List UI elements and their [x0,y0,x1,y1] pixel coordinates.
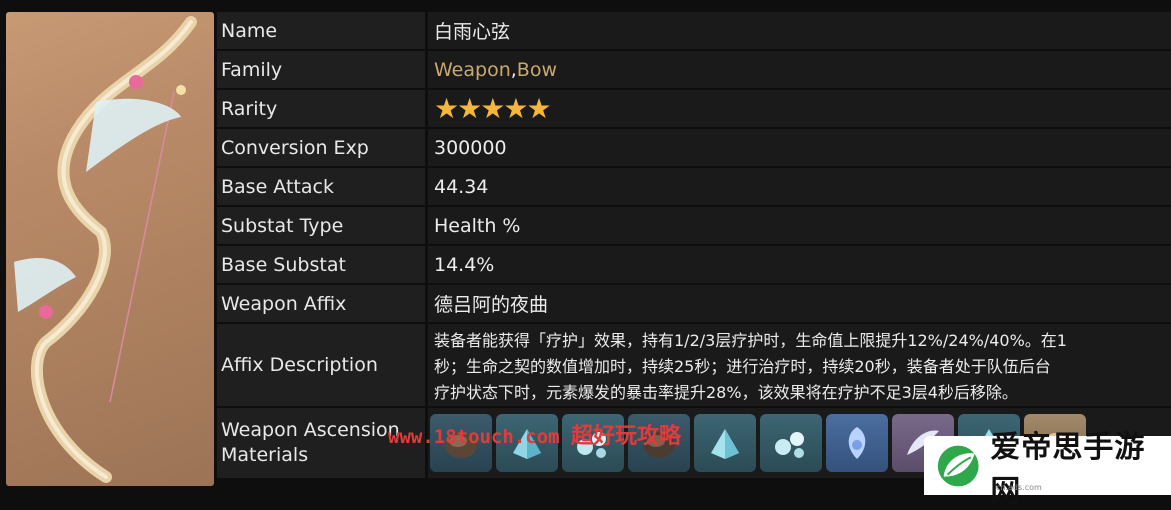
row-base-substat: Base Substat 14.4% [217,246,1171,283]
ascension-label-line: Weapon Ascension [221,419,400,441]
base-attack-value: 44.34 [428,168,1171,205]
watermark-url: www.18touch.com [388,426,560,448]
affix-description-line: 秒；生命之契的数值增加时，持续25秒；进行治疗时，持续20秒，装备者处于队伍后台 [434,357,1051,376]
row-conversion-exp: Conversion Exp 300000 [217,129,1171,166]
conversion-exp-value: 300000 [428,129,1171,166]
row-affix-description: Affix Description 装备者能获得「疗护」效果，持有1/2/3层疗… [217,324,1171,406]
base-attack-label: Base Attack [217,168,425,205]
bubbles-icon [775,432,804,458]
base-substat-value: 14.4% [428,246,1171,283]
family-value: Weapon, Bow [428,51,1171,88]
name-label: Name [217,12,425,49]
affix-description-line: 装备者能获得「疗护」效果，持有1/2/3层疗护时，生命值上限提升12%/24%/… [434,331,1067,350]
row-family: Family Weapon, Bow [217,51,1171,88]
star-icon: ★ [434,91,459,125]
substat-type-label: Substat Type [217,207,425,244]
affix-description-line: 疗护状态下时，元素爆发的暴击率提升28%，该效果将在疗护不足3层4秒后移除。 [434,383,1018,402]
star-icon: ★ [503,91,528,125]
logo-text: 爱帝思手游网 [990,429,1146,509]
row-base-attack: Base Attack 44.34 [217,168,1171,205]
watermark-text: 超好玩攻略 [571,424,682,449]
substat-type-value: Health % [428,207,1171,244]
star-icon: ★ [480,91,505,125]
name-value: 白雨心弦 [428,12,1171,49]
weapon-affix-value: 德吕阿的夜曲 [428,285,1171,322]
row-substat-type: Substat Type Health % [217,207,1171,244]
affix-description-value: 装备者能获得「疗护」效果，持有1/2/3层疗护时，生命值上限提升12%/24%/… [428,324,1171,406]
affix-description-label: Affix Description [217,324,425,406]
site-logo: 爱帝思手游网 cn.ads.com [924,430,1171,509]
star-icon: ★ [457,91,482,125]
family-link-weapon[interactable]: Weapon [434,59,511,81]
weapon-image [6,12,214,486]
leaf-logo-icon [937,445,979,486]
bow-illustration [14,16,197,483]
watermark: www.18touch.com 超好玩攻略 [388,418,681,450]
weapon-info-table: Name 白雨心弦 Family Weapon, Bow Rarity ★ ★ … [217,12,1171,478]
logo-subtext: cn.ads.com [996,483,1042,492]
crystal-icon [711,429,739,459]
gem-icon [848,427,866,459]
material-item-gem-icon[interactable] [826,414,888,472]
ascension-label-line: Materials [221,444,309,466]
base-substat-label: Base Substat [217,246,425,283]
weapon-affix-label: Weapon Affix [217,285,425,322]
family-link-bow[interactable]: Bow [517,59,557,81]
row-name: Name 白雨心弦 [217,12,1171,49]
rarity-label: Rarity [217,90,425,127]
row-rarity: Rarity ★ ★ ★ ★ ★ [217,90,1171,127]
rarity-value: ★ ★ ★ ★ ★ [428,90,1171,127]
material-item-crystal-icon[interactable] [694,414,756,472]
row-weapon-affix: Weapon Affix 德吕阿的夜曲 [217,285,1171,322]
material-item-bubbles-icon[interactable] [760,414,822,472]
conversion-exp-label: Conversion Exp [217,129,425,166]
star-icon: ★ [526,91,551,125]
family-label: Family [217,51,425,88]
